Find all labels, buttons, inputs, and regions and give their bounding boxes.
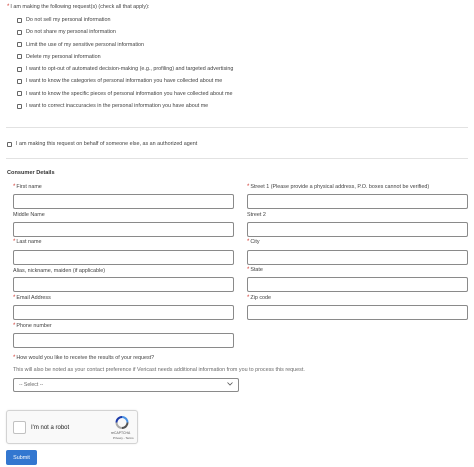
request-options: Do not sell my personal information Do n…	[17, 17, 233, 109]
street2-input[interactable]	[247, 222, 468, 237]
requests-label: *I am making the following request(s) (c…	[7, 4, 150, 10]
results-label: *How would you like to receive the resul…	[13, 355, 155, 361]
request-option[interactable]: Delete my personal information	[17, 54, 233, 60]
zip-label: *Zip code	[247, 295, 272, 301]
request-option[interactable]: Limit the use of my sensitive personal i…	[17, 42, 233, 48]
request-option[interactable]: Do not share my personal information	[17, 29, 233, 35]
request-option[interactable]: Do not sell my personal information	[17, 17, 233, 23]
authorized-agent-option[interactable]: I am making this request on behalf of so…	[7, 141, 197, 147]
checkbox[interactable]	[17, 42, 22, 48]
required-marker: *	[7, 4, 10, 10]
recaptcha-links[interactable]: Privacy - Terms	[113, 436, 134, 440]
street1-label: *Street 1 (Please provide a physical add…	[247, 184, 430, 190]
city-label: *City	[247, 239, 260, 245]
request-option[interactable]: I want to correct inaccuracies in the pe…	[17, 103, 233, 109]
phone-label: *Phone number	[13, 323, 52, 329]
authorized-agent-checkbox[interactable]	[7, 141, 12, 147]
alias-input[interactable]	[13, 277, 234, 292]
last-name-input[interactable]	[13, 250, 234, 265]
request-option[interactable]: I want to opt-out of automated decision-…	[17, 66, 233, 72]
checkbox[interactable]	[17, 54, 22, 60]
recaptcha-checkbox[interactable]	[13, 421, 26, 434]
submit-button[interactable]: Submit	[6, 450, 37, 465]
recaptcha-widget: I'm not a robot reCAPTCHA Privacy - Term…	[6, 410, 138, 444]
email-label: *Email Address	[13, 295, 51, 301]
divider	[6, 158, 468, 159]
results-note: This will also be noted as your contact …	[13, 367, 305, 373]
checkbox[interactable]	[17, 103, 22, 109]
results-select-value: -- Select --	[19, 382, 44, 388]
phone-input[interactable]	[13, 333, 234, 348]
zip-input[interactable]	[247, 305, 468, 320]
recaptcha-logo-icon	[115, 416, 129, 431]
checkbox[interactable]	[17, 78, 22, 84]
consumer-details-title: Consumer Details	[7, 170, 55, 176]
checkbox[interactable]	[17, 17, 22, 23]
checkbox[interactable]	[17, 66, 22, 72]
divider	[6, 127, 468, 128]
last-name-label: *Last name	[13, 239, 42, 245]
street1-input[interactable]	[247, 194, 468, 209]
middle-name-input[interactable]	[13, 222, 234, 237]
first-name-input[interactable]	[13, 194, 234, 209]
state-label: *State	[247, 267, 263, 273]
email-input[interactable]	[13, 305, 234, 320]
request-option[interactable]: I want to know the categories of persona…	[17, 78, 233, 84]
checkbox[interactable]	[17, 91, 22, 97]
street2-label: Street 2	[247, 212, 266, 218]
recaptcha-brand: reCAPTCHA	[111, 431, 131, 435]
chevron-down-icon	[227, 382, 233, 388]
recaptcha-label: I'm not a robot	[31, 425, 70, 431]
state-input[interactable]	[247, 277, 468, 292]
first-name-label: *First name	[13, 184, 42, 190]
request-option[interactable]: I want to know the specific pieces of pe…	[17, 91, 233, 97]
middle-name-label: Middle Name	[13, 212, 45, 218]
results-select[interactable]: -- Select --	[13, 378, 239, 392]
alias-label: Alias, nickname, maiden (if applicable)	[13, 268, 105, 274]
city-input[interactable]	[247, 250, 468, 265]
checkbox[interactable]	[17, 29, 22, 35]
